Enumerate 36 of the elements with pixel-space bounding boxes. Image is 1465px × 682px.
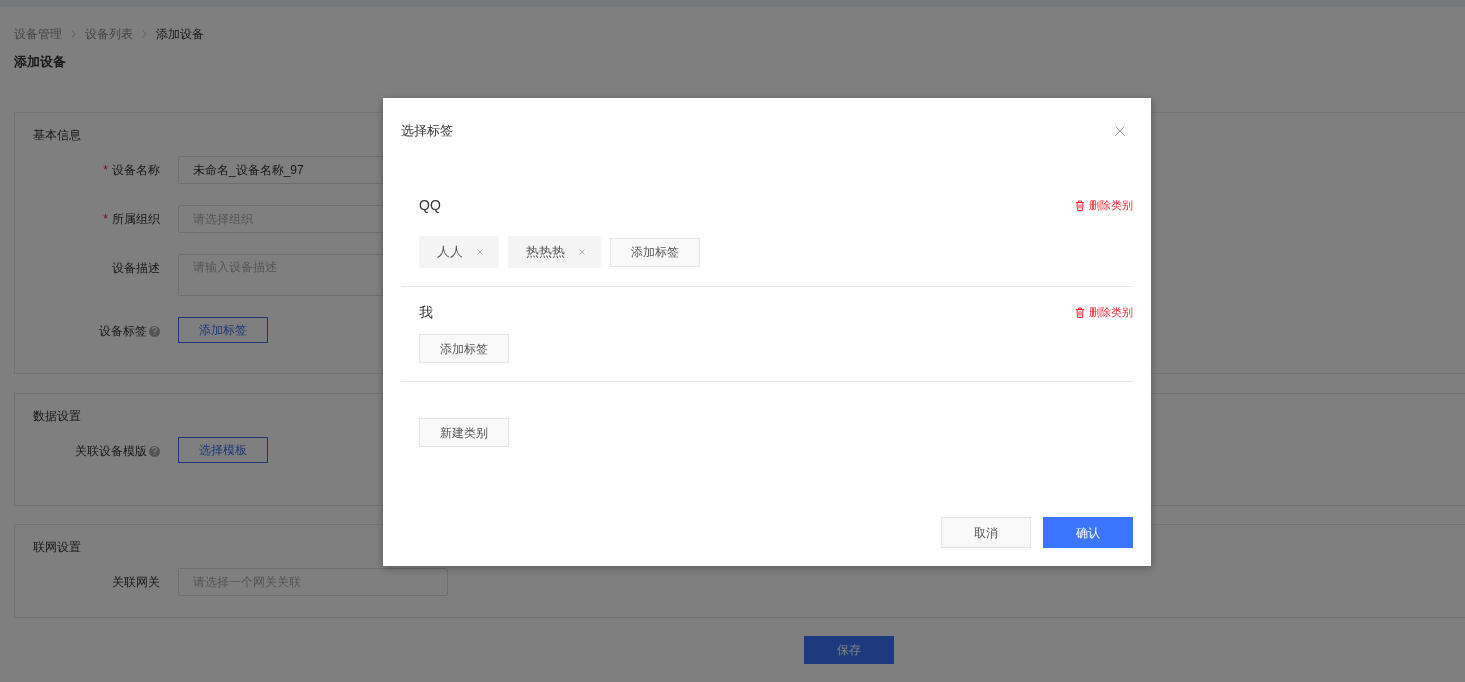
required-asterisk: * xyxy=(103,162,108,178)
outline-button[interactable]: 添加标签 xyxy=(178,317,268,343)
trash-icon xyxy=(1075,199,1085,211)
section-title: 联网设置 xyxy=(33,539,81,555)
field-label: 所属组织 xyxy=(112,211,160,227)
required-asterisk: * xyxy=(103,211,108,227)
dialog-title: 选择标签 xyxy=(401,123,453,139)
tag-chip[interactable]: 人人 xyxy=(419,236,499,268)
delete-category-link[interactable]: 删除类别 xyxy=(1075,304,1133,320)
remove-icon[interactable] xyxy=(579,249,585,255)
outline-button[interactable]: 选择模板 xyxy=(178,437,268,463)
field-label: 设备名称 xyxy=(112,162,160,178)
confirm-button[interactable]: 确认 xyxy=(1043,517,1133,548)
field-label: 设备描述 xyxy=(112,260,160,276)
section-title: 基本信息 xyxy=(33,127,81,143)
add-tag-button[interactable]: 添加标签 xyxy=(419,334,509,363)
add-tag-button[interactable]: 添加标签 xyxy=(610,237,700,267)
field-label: 关联网关 xyxy=(112,574,160,590)
cancel-button[interactable]: 取消 xyxy=(941,517,1031,548)
new-category-button[interactable]: 新建类别 xyxy=(419,418,509,447)
field-label: 关联设备模版 xyxy=(75,443,147,459)
chevron-right-icon xyxy=(71,30,76,38)
field-label: 设备标签 xyxy=(99,323,147,339)
chevron-right-icon xyxy=(142,30,147,38)
tag-chip[interactable]: 热热热 xyxy=(508,236,601,268)
help-icon[interactable] xyxy=(149,325,160,337)
remove-icon[interactable] xyxy=(477,249,483,255)
save-button[interactable]: 保存 xyxy=(804,636,894,664)
close-icon[interactable] xyxy=(1115,126,1125,136)
delete-category-link[interactable]: 删除类别 xyxy=(1075,197,1133,213)
breadcrumb-link[interactable]: 设备列表 xyxy=(85,26,133,42)
trash-icon xyxy=(1075,306,1085,318)
section-title: 数据设置 xyxy=(33,408,81,424)
help-icon[interactable] xyxy=(149,445,160,457)
page-title: 添加设备 xyxy=(14,54,67,70)
category-name: 我 xyxy=(419,304,433,320)
